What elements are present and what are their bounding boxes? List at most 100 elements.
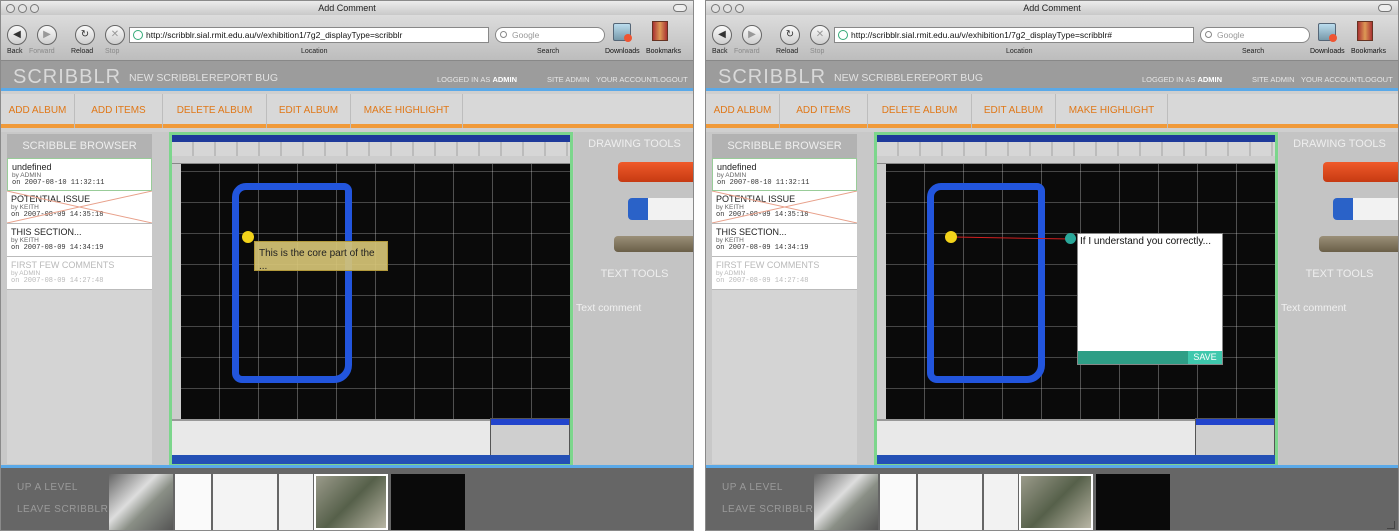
edit-album-button[interactable]: EDIT ALBUM <box>267 94 351 128</box>
scribble-stroke[interactable] <box>232 183 352 383</box>
add-album-button[interactable]: ADD ALBUM <box>1 94 75 128</box>
scribble-list-item[interactable]: POTENTIAL ISSUE by KEITH on 2007-08-09 1… <box>7 191 152 224</box>
logout-link[interactable]: LOGOUT <box>656 75 688 84</box>
back-button[interactable]: ◀ <box>7 25 27 45</box>
toolbar-toggle-icon[interactable] <box>673 4 687 12</box>
save-button[interactable]: SAVE <box>1188 351 1222 364</box>
app-header: SCRIBBLR NEW SCRIBBLE REPORT BUG LOGGED … <box>1 61 693 91</box>
pencil-icon[interactable] <box>1319 236 1398 252</box>
make-highlight-button[interactable]: MAKE HIGHLIGHT <box>351 94 463 128</box>
thumbnail-sketch[interactable] <box>984 474 1018 530</box>
add-items-button[interactable]: ADD ITEMS <box>780 94 868 128</box>
reload-button[interactable]: ↻ <box>75 25 95 45</box>
comment-marker-icon[interactable] <box>945 231 957 243</box>
thumbnail-aerial[interactable] <box>1019 474 1093 530</box>
scribble-list-item[interactable]: FIRST FEW COMMENTS by ADMIN on 2007-08-0… <box>712 257 857 290</box>
forward-button[interactable]: ▶ <box>742 25 762 45</box>
make-highlight-button[interactable]: MAKE HIGHLIGHT <box>1056 94 1168 128</box>
up-a-level-link[interactable]: UP A LEVEL <box>17 482 78 493</box>
bookmarks-icon[interactable] <box>1357 21 1373 41</box>
your-account-link[interactable]: YOUR ACCOUNT <box>596 75 656 84</box>
edit-album-button[interactable]: EDIT ALBUM <box>972 94 1056 128</box>
your-account-link[interactable]: YOUR ACCOUNT <box>1301 75 1361 84</box>
site-admin-link[interactable]: SITE ADMIN <box>1252 75 1295 84</box>
pencil-icon[interactable] <box>614 236 693 252</box>
comment-anchor-icon[interactable] <box>1065 233 1076 244</box>
drawing-tools-title: DRAWING TOOLS <box>588 138 681 150</box>
bookmarks-label: Bookmarks <box>646 48 682 55</box>
close-window-icon[interactable] <box>6 4 15 13</box>
comment-editor[interactable]: If I understand you correctly... SAVE <box>1077 233 1223 365</box>
new-scribble-link[interactable]: NEW SCRIBBLE <box>834 72 913 84</box>
scribble-canvas[interactable]: If I understand you correctly... SAVE <box>874 132 1278 467</box>
scribble-list-item[interactable]: POTENTIAL ISSUE by KEITH on 2007-08-09 1… <box>712 191 857 224</box>
comment-marker-icon[interactable] <box>242 231 254 243</box>
resize-grip-icon[interactable] <box>1387 521 1395 529</box>
scribblr-logo[interactable]: SCRIBBLR <box>718 66 826 89</box>
forward-button[interactable]: ▶ <box>37 25 57 45</box>
scribble-list-item[interactable]: undefined by ADMIN on 2007-08-10 11:32:1… <box>7 158 152 191</box>
red-pen-icon[interactable] <box>618 162 693 182</box>
address-bar[interactable]: http://scribblr.sial.rmit.edu.au/v/exhib… <box>834 27 1194 43</box>
add-album-button[interactable]: ADD ALBUM <box>706 94 780 128</box>
scribble-list-item[interactable]: THIS SECTION... by KEITH on 2007-08-09 1… <box>712 224 857 257</box>
zoom-window-icon[interactable] <box>735 4 744 13</box>
forward-label: Forward <box>29 48 55 55</box>
address-bar[interactable]: http://scribblr.sial.rmit.edu.au/v/exhib… <box>129 27 489 43</box>
thumbnail-elevation[interactable] <box>918 474 982 530</box>
comment-textarea[interactable]: If I understand you correctly... <box>1080 236 1211 247</box>
thumbnail-plan[interactable] <box>880 474 916 530</box>
minimize-window-icon[interactable] <box>723 4 732 13</box>
zoom-window-icon[interactable] <box>30 4 39 13</box>
delete-album-button[interactable]: DELETE ALBUM <box>868 94 972 128</box>
downloads-icon[interactable] <box>1318 23 1337 42</box>
red-pen-icon[interactable] <box>1323 162 1398 182</box>
add-items-button[interactable]: ADD ITEMS <box>75 94 163 128</box>
toolbar-toggle-icon[interactable] <box>1378 4 1392 12</box>
back-button[interactable]: ◀ <box>712 25 732 45</box>
thumbnail-aerial[interactable] <box>314 474 388 530</box>
scribblr-logo[interactable]: SCRIBBLR <box>13 66 121 89</box>
highlighter-icon[interactable] <box>1333 198 1398 220</box>
cad-titlebar <box>172 135 570 142</box>
text-comment-tool[interactable]: Text comment <box>576 302 641 314</box>
thumbnail-model[interactable] <box>814 474 878 530</box>
report-bug-link[interactable]: REPORT BUG <box>914 72 983 84</box>
search-input[interactable]: Google <box>495 27 605 43</box>
site-icon <box>133 30 143 40</box>
thumbnail-plan[interactable] <box>175 474 211 530</box>
downloads-icon[interactable] <box>613 23 632 42</box>
highlighter-icon[interactable] <box>628 198 693 220</box>
thumbnail-cad[interactable] <box>391 474 465 530</box>
delete-album-button[interactable]: DELETE ALBUM <box>163 94 267 128</box>
thumbnail-sketch[interactable] <box>279 474 313 530</box>
thumbnail-elevation[interactable] <box>213 474 277 530</box>
search-input[interactable]: Google <box>1200 27 1310 43</box>
scribble-title: POTENTIAL ISSUE <box>716 194 796 204</box>
site-admin-link[interactable]: SITE ADMIN <box>547 75 590 84</box>
leave-scribblr-link[interactable]: LEAVE SCRIBBLR <box>722 504 813 515</box>
scribble-list-item[interactable]: undefined by ADMIN on 2007-08-10 11:32:1… <box>712 158 857 191</box>
report-bug-link[interactable]: REPORT BUG <box>209 72 278 84</box>
stop-button[interactable]: ✕ <box>105 25 125 45</box>
minimize-window-icon[interactable] <box>18 4 27 13</box>
new-scribble-link[interactable]: NEW SCRIBBLE <box>129 72 208 84</box>
up-a-level-link[interactable]: UP A LEVEL <box>722 482 783 493</box>
scribble-author: by KEITH <box>716 237 744 244</box>
close-window-icon[interactable] <box>711 4 720 13</box>
search-label: Search <box>537 48 560 55</box>
bookmarks-icon[interactable] <box>652 21 668 41</box>
thumbnail-cad[interactable] <box>1096 474 1170 530</box>
search-placeholder: Google <box>1217 30 1245 40</box>
leave-scribblr-link[interactable]: LEAVE SCRIBBLR <box>17 504 108 515</box>
text-comment-tool[interactable]: Text comment <box>1281 302 1346 314</box>
scribble-list-item[interactable]: FIRST FEW COMMENTS by ADMIN on 2007-08-0… <box>7 257 152 290</box>
thumbnail-model[interactable] <box>109 474 173 530</box>
stop-button[interactable]: ✕ <box>810 25 830 45</box>
comment-tooltip[interactable]: This is the core part of the ... <box>254 241 388 272</box>
scribble-canvas[interactable]: This is the core part of the ... <box>169 132 573 467</box>
logout-link[interactable]: LOGOUT <box>1361 75 1393 84</box>
scribble-list-item[interactable]: THIS SECTION... by KEITH on 2007-08-09 1… <box>7 224 152 257</box>
reload-button[interactable]: ↻ <box>780 25 800 45</box>
location-label: Location <box>301 48 328 55</box>
